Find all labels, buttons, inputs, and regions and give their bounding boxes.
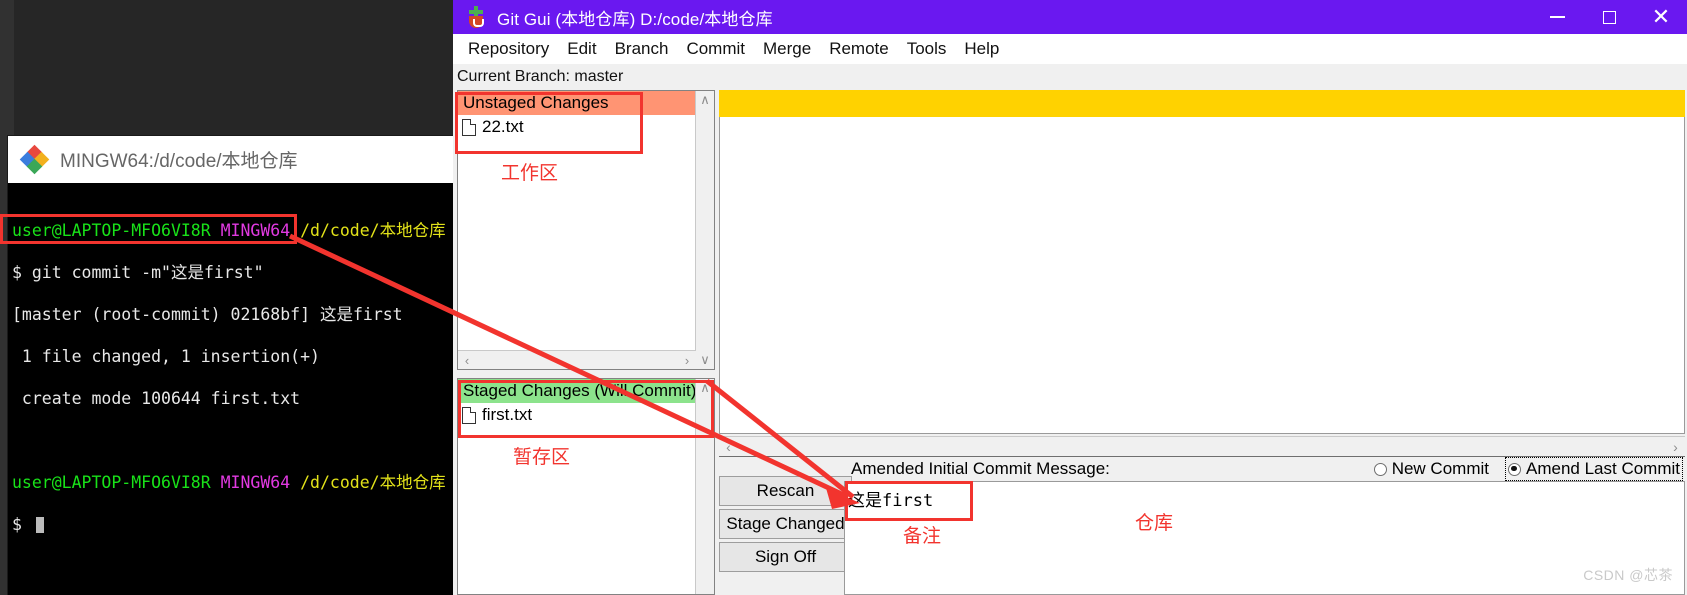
git-gui-window[interactable]: Git Gui (本地仓库) D:/code/本地仓库 ✕ Repository… bbox=[453, 0, 1687, 595]
unstaged-file-name: 22.txt bbox=[482, 117, 524, 136]
radio-new-commit[interactable]: New Commit bbox=[1372, 458, 1491, 480]
staged-changes-panel[interactable]: Staged Changes (Will Commit) first.txt ∧ bbox=[457, 378, 715, 595]
commit-message-input[interactable]: 这是first bbox=[844, 481, 1685, 595]
commit-controls: New Commit Amend Last Commit Rescan Stag… bbox=[719, 456, 1685, 595]
scroll-left-icon[interactable]: ‹ bbox=[719, 437, 738, 456]
terminal-command-line: $ git commit -m"这是first" bbox=[12, 262, 454, 283]
terminal-host: MINGW64 bbox=[220, 473, 291, 492]
unstaged-vertical-scrollbar[interactable]: ∧ ∨ bbox=[695, 91, 714, 369]
unstaged-file-row[interactable]: 22.txt bbox=[458, 115, 714, 139]
terminal-prompt-line: $ bbox=[12, 514, 454, 535]
unstaged-changes-header: Unstaged Changes bbox=[458, 91, 714, 115]
rescan-button[interactable]: Rescan bbox=[719, 476, 852, 506]
terminal-user: user@LAPTOP-MFO6VI8R bbox=[12, 221, 211, 240]
diff-horizontal-scrollbar[interactable]: ‹ › bbox=[719, 436, 1685, 456]
terminal-output-line: 1 file changed, 1 insertion(+) bbox=[12, 347, 320, 366]
radio-amend-last-commit-label: Amend Last Commit bbox=[1526, 459, 1680, 478]
terminal-line: user@LAPTOP-MFO6VI8R MINGW64 /d/code/本地仓… bbox=[12, 472, 454, 493]
sign-off-button[interactable]: Sign Off bbox=[719, 542, 852, 572]
diff-highlight-bar bbox=[719, 90, 1685, 117]
scroll-up-icon[interactable]: ∧ bbox=[696, 379, 714, 397]
git-gui-main-area: Unstaged Changes 22.txt ∧ ∨ ‹ › Staged C… bbox=[453, 90, 1687, 595]
terminal-title-text: MINGW64:/d/code/本地仓库 bbox=[60, 151, 298, 172]
minimize-icon[interactable] bbox=[1531, 0, 1583, 34]
radio-amend-last-commit[interactable]: Amend Last Commit bbox=[1505, 457, 1683, 481]
terminal-path: /d/code/本地仓库 bbox=[300, 473, 446, 492]
scroll-right-icon[interactable]: › bbox=[678, 351, 696, 369]
terminal-command: git commit -m"这是first" bbox=[31, 263, 264, 282]
commit-message-label: Amended Initial Commit Message: bbox=[851, 459, 1110, 478]
menu-item-merge[interactable]: Merge bbox=[754, 39, 820, 59]
terminal-line: user@LAPTOP-MFO6VI8R MINGW64 /d/code/本地仓… bbox=[12, 220, 454, 241]
file-lists-column: Unstaged Changes 22.txt ∧ ∨ ‹ › Staged C… bbox=[457, 90, 715, 595]
current-branch-label: Current Branch: master bbox=[453, 64, 1687, 90]
maximize-icon[interactable] bbox=[1583, 0, 1635, 34]
annotation-staging-area: 暂存区 bbox=[513, 446, 571, 468]
mingw-icon bbox=[19, 144, 50, 174]
stage-changed-button[interactable]: Stage Changed bbox=[719, 509, 852, 539]
staged-file-name: first.txt bbox=[482, 405, 533, 424]
unstaged-changes-panel[interactable]: Unstaged Changes 22.txt ∧ ∨ ‹ › bbox=[457, 90, 715, 370]
git-gui-title-text: Git Gui (本地仓库) D:/code/本地仓库 bbox=[497, 9, 773, 29]
scroll-down-icon[interactable]: ∨ bbox=[696, 351, 714, 369]
terminal-host: MINGW64 bbox=[220, 221, 291, 240]
scroll-up-icon[interactable]: ∧ bbox=[696, 91, 714, 109]
menu-item-branch[interactable]: Branch bbox=[606, 39, 678, 59]
window-controls[interactable]: ✕ bbox=[1531, 0, 1687, 34]
unstaged-horizontal-scrollbar[interactable]: ‹ › bbox=[458, 350, 696, 369]
terminal-output-line: [master (root-commit) 02168bf] 这是first bbox=[12, 305, 403, 324]
terminal-output[interactable]: user@LAPTOP-MFO6VI8R MINGW64 /d/code/本地仓… bbox=[8, 183, 454, 577]
menu-item-remote[interactable]: Remote bbox=[820, 39, 898, 59]
commit-action-buttons[interactable]: Rescan Stage Changed Sign Off bbox=[719, 476, 854, 575]
annotation-message-note: 备注 bbox=[903, 525, 942, 547]
scroll-right-icon[interactable]: › bbox=[1666, 437, 1685, 456]
git-gui-title-bar[interactable]: Git Gui (本地仓库) D:/code/本地仓库 ✕ bbox=[453, 0, 1687, 34]
menu-bar[interactable]: Repository Edit Branch Commit Merge Remo… bbox=[453, 34, 1687, 64]
terminal-caret bbox=[35, 517, 44, 533]
staged-vertical-scrollbar[interactable]: ∧ bbox=[695, 379, 714, 594]
terminal-prompt: $ bbox=[12, 263, 32, 282]
diff-viewer[interactable] bbox=[719, 117, 1685, 434]
file-icon bbox=[462, 406, 476, 424]
terminal-title-bar[interactable]: MINGW64:/d/code/本地仓库 bbox=[8, 136, 454, 183]
menu-item-repository[interactable]: Repository bbox=[459, 39, 558, 59]
radio-button-selected-icon[interactable] bbox=[1508, 462, 1521, 476]
radio-new-commit-label: New Commit bbox=[1391, 459, 1489, 478]
annotation-repository: 仓库 bbox=[1135, 512, 1174, 534]
terminal-user: user@LAPTOP-MFO6VI8R bbox=[12, 473, 211, 492]
diff-and-commit-column: ‹ › New Commit Amend Last Commit Rescan bbox=[719, 90, 1685, 595]
commit-mode-radio-group[interactable]: New Commit Amend Last Commit bbox=[1358, 457, 1683, 481]
terminal-prompt: $ bbox=[12, 515, 32, 534]
file-icon bbox=[462, 118, 476, 136]
annotation-working-area: 工作区 bbox=[501, 162, 559, 184]
menu-item-commit[interactable]: Commit bbox=[677, 39, 754, 59]
git-gui-icon bbox=[465, 6, 487, 28]
menu-item-tools[interactable]: Tools bbox=[898, 39, 956, 59]
close-icon[interactable]: ✕ bbox=[1635, 0, 1687, 34]
staged-changes-header: Staged Changes (Will Commit) bbox=[458, 379, 714, 403]
menu-item-help[interactable]: Help bbox=[955, 39, 1008, 59]
radio-button-icon[interactable] bbox=[1373, 462, 1387, 476]
csdn-watermark: CSDN @芯茶 bbox=[1583, 567, 1673, 583]
scroll-left-icon[interactable]: ‹ bbox=[458, 351, 476, 369]
staged-file-row[interactable]: first.txt bbox=[458, 403, 714, 427]
menu-item-edit[interactable]: Edit bbox=[558, 39, 605, 59]
terminal-path: /d/code/本地仓库 bbox=[300, 221, 446, 240]
mingw64-terminal-window[interactable]: MINGW64:/d/code/本地仓库 user@LAPTOP-MFO6VI8… bbox=[8, 136, 454, 595]
terminal-output-line: create mode 100644 first.txt bbox=[12, 389, 301, 408]
